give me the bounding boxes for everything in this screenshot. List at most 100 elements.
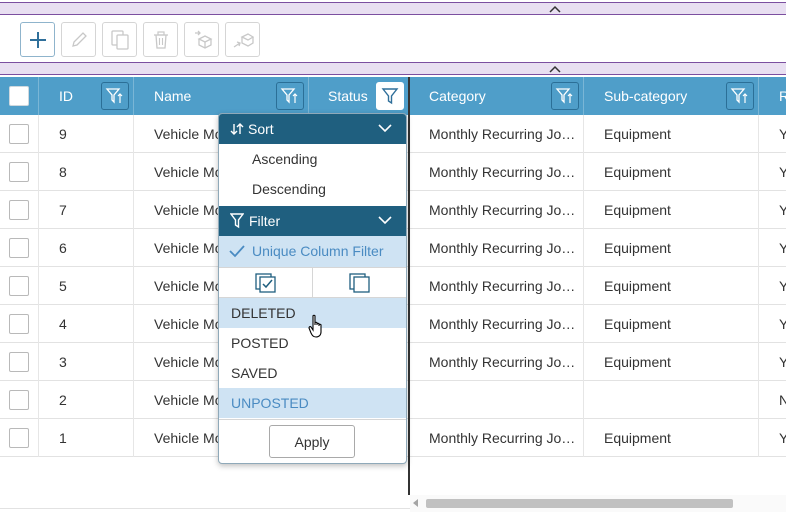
hand-cursor-icon <box>308 314 322 338</box>
subcategory-value: Equipment <box>604 126 671 142</box>
row-checkbox[interactable] <box>9 238 29 258</box>
subcategory-cell: Equipment <box>584 191 759 229</box>
deselect-all-icon <box>348 272 370 293</box>
next-cell: Y <box>759 153 786 191</box>
column-header-category[interactable]: Category <box>409 77 584 115</box>
row-checkbox[interactable] <box>9 276 29 296</box>
edit-button[interactable] <box>61 22 96 57</box>
horizontal-scrollbar[interactable] <box>410 495 786 512</box>
apply-button[interactable]: Apply <box>269 425 355 458</box>
status-filter-button[interactable] <box>376 82 404 110</box>
row-checkbox[interactable] <box>9 352 29 372</box>
unique-column-filter-item[interactable]: Unique Column Filter <box>219 236 406 267</box>
row-select-cell <box>0 115 39 153</box>
sort-ascending-item[interactable]: Ascending <box>219 144 406 174</box>
row-checkbox[interactable] <box>9 314 29 334</box>
next-cell: Y <box>759 305 786 343</box>
filter-option-saved[interactable]: SAVED <box>219 358 406 388</box>
category-cell: Monthly Recurring Journal <box>409 419 584 457</box>
category-value: Monthly Recurring Journal <box>429 278 583 294</box>
id-value: 9 <box>59 126 67 142</box>
filter-option-label: DELETED <box>231 305 296 321</box>
move-in-button[interactable] <box>184 22 219 57</box>
name-filter-button[interactable] <box>276 82 304 110</box>
subcategory-filter-button[interactable] <box>726 82 754 110</box>
category-value: Monthly Recurring Journal <box>429 126 583 142</box>
row-checkbox[interactable] <box>9 162 29 182</box>
category-filter-button[interactable] <box>551 82 579 110</box>
name-value: Vehicle Mo <box>154 354 223 370</box>
sort-section-header[interactable]: Sort <box>219 114 406 144</box>
category-cell: Monthly Recurring Journal <box>409 191 584 229</box>
filter-icon <box>230 213 244 229</box>
select-all-icon <box>254 272 276 293</box>
top-panel-splitter[interactable] <box>0 2 786 15</box>
chevron-down-icon[interactable] <box>378 216 392 225</box>
unique-column-filter-label: Unique Column Filter <box>252 243 384 259</box>
column-header-id[interactable]: ID <box>39 77 134 115</box>
filter-icon <box>381 88 399 105</box>
category-cell: Monthly Recurring Journal <box>409 115 584 153</box>
delete-button[interactable] <box>143 22 178 57</box>
filter-sort-icon <box>280 88 298 104</box>
next-cell: Y <box>759 115 786 153</box>
next-value: N <box>779 392 786 408</box>
column-label: ID <box>59 88 73 104</box>
deselect-all-button[interactable] <box>313 268 406 297</box>
row-checkbox[interactable] <box>9 428 29 448</box>
column-label: Sub-category <box>604 88 688 104</box>
row-checkbox[interactable] <box>9 200 29 220</box>
next-value: Y <box>779 164 786 180</box>
name-value: Vehicle Mo <box>154 164 223 180</box>
column-label: R <box>779 88 786 104</box>
filter-option-label: UNPOSTED <box>231 395 309 411</box>
selection-toggle-row <box>219 267 406 298</box>
menu-separator <box>219 419 406 420</box>
sort-descending-item[interactable]: Descending <box>219 174 406 204</box>
select-all-button[interactable] <box>219 268 312 297</box>
subcategory-cell: Equipment <box>584 419 759 457</box>
id-value: 6 <box>59 240 67 256</box>
category-value: Monthly Recurring Journal <box>429 316 583 332</box>
id-value: 4 <box>59 316 67 332</box>
chevron-up-icon[interactable] <box>548 64 562 74</box>
move-out-button[interactable] <box>225 22 260 57</box>
id-cell: 7 <box>39 191 134 229</box>
column-header-name[interactable]: Name <box>134 77 309 115</box>
grid-header: ID Name Status Category Sub-category R <box>0 77 786 115</box>
add-button[interactable] <box>20 22 55 57</box>
chevron-down-icon[interactable] <box>378 124 392 133</box>
id-cell: 8 <box>39 153 134 191</box>
app-root: ID Name Status Category Sub-category R 9… <box>0 0 786 512</box>
row-checkbox[interactable] <box>9 390 29 410</box>
row-select-cell <box>0 267 39 305</box>
select-all-checkbox[interactable] <box>9 86 29 106</box>
column-header-status[interactable]: Status <box>309 77 409 115</box>
subcategory-cell: Equipment <box>584 267 759 305</box>
row-checkbox[interactable] <box>9 124 29 144</box>
category-cell <box>409 381 584 419</box>
filter-section-header[interactable]: Filter <box>219 206 406 236</box>
name-value: Vehicle Mo <box>154 316 223 332</box>
column-label: Name <box>154 88 192 104</box>
subcategory-cell: Equipment <box>584 115 759 153</box>
next-value: Y <box>779 354 786 370</box>
id-filter-button[interactable] <box>101 82 129 110</box>
grid-panel-splitter[interactable] <box>0 62 786 75</box>
copy-button[interactable] <box>102 22 137 57</box>
filter-option-label: POSTED <box>231 335 289 351</box>
grid-bottom-border <box>0 508 410 509</box>
name-value: Vehicle Mo <box>154 392 223 408</box>
filter-option-unposted[interactable]: UNPOSTED <box>219 388 406 418</box>
column-header-next[interactable]: R <box>759 77 786 115</box>
chevron-up-icon[interactable] <box>548 4 562 14</box>
category-cell: Monthly Recurring Journal <box>409 153 584 191</box>
column-label: Category <box>429 88 486 104</box>
category-cell: Monthly Recurring Journal <box>409 305 584 343</box>
row-select-cell <box>0 419 39 457</box>
scroll-left-icon[interactable] <box>413 499 418 507</box>
scrollbar-thumb[interactable] <box>426 499 733 508</box>
row-select-cell <box>0 153 39 191</box>
column-header-subcategory[interactable]: Sub-category <box>584 77 759 115</box>
category-value: Monthly Recurring Journal <box>429 164 583 180</box>
